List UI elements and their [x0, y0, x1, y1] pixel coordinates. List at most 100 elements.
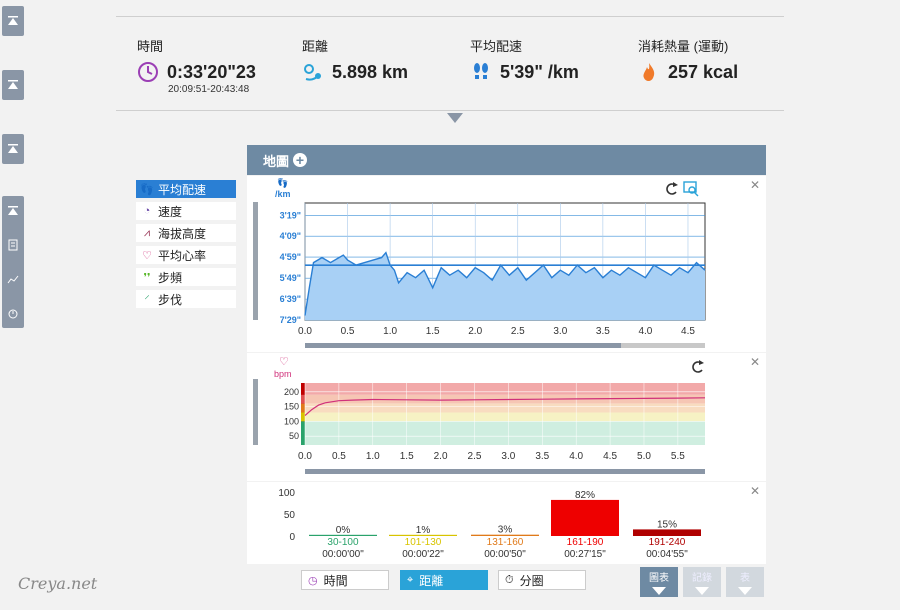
timer-icon[interactable]	[2, 302, 24, 324]
footsteps-icon: 👣	[140, 183, 154, 196]
clock-icon: ◷	[308, 574, 318, 587]
stat-time-range: 20:09:51-20:43:48	[168, 84, 250, 95]
stat-calories: 消耗熱量 (運動) 257 kcal	[638, 36, 738, 83]
collapse-up-icon[interactable]	[2, 200, 24, 222]
zone-percent-label: 82%	[575, 490, 595, 501]
x-tick-label: 1.0	[366, 451, 380, 462]
menu-item-cadence[interactable]: ❜❜ 步頻	[136, 268, 236, 286]
footsteps-icon	[474, 63, 488, 79]
stat-time: 時間 0:33'20"23 20:09:51-20:43:48	[137, 36, 256, 95]
x-tick-label: 0.5	[341, 326, 355, 337]
x-tick-label: 0.5	[332, 451, 346, 462]
stat-distance-value: 5.898 km	[332, 61, 409, 82]
zone-time-label: 00:27'15"	[564, 549, 606, 560]
menu-item-pace[interactable]: 👣 平均配速	[136, 180, 236, 198]
button-label: 記錄	[692, 573, 712, 584]
chevron-down-icon	[695, 587, 709, 595]
x-tick-label: 1.0	[383, 326, 397, 337]
zoom-icon[interactable]	[683, 181, 699, 197]
x-tick-label: 3.0	[501, 451, 515, 462]
plus-circle-icon[interactable]: +	[293, 153, 308, 167]
stat-distance-label: 距離	[302, 39, 329, 54]
y-tick-label: 100	[284, 416, 299, 426]
hr-scrollbar[interactable]	[305, 469, 705, 474]
stat-pace-label: 平均配速	[470, 39, 523, 54]
hr-zone-band	[305, 412, 705, 422]
x-tick-label: 2.5	[468, 451, 482, 462]
distance-icon	[304, 64, 321, 81]
tab-time[interactable]: ◷ 時間	[301, 570, 389, 590]
map-header[interactable]: 地圖 +	[247, 145, 766, 175]
zone-time-label: 00:04'55"	[646, 549, 688, 560]
stat-pace: 平均配速 5'39" /km	[470, 36, 579, 83]
collapse-up-icon[interactable]	[2, 134, 24, 164]
y-tick-label: 3'19"	[280, 210, 301, 220]
zone-range-label: 161-190	[567, 537, 604, 548]
zone-scale-segment	[301, 394, 305, 404]
pace-scrollbar-thumb[interactable]	[305, 343, 621, 348]
chart-view-button[interactable]: 圖表	[640, 567, 678, 597]
menu-item-heart-rate[interactable]: ♡ 平均心率	[136, 246, 236, 264]
record-view-button[interactable]: 記錄	[683, 567, 721, 597]
y-tick-label: 6'39"	[280, 294, 301, 304]
pace-chart: 👣 /km 3'19" 4'09" 4'59" 5'49" 6'39" 7'29" 0.0…	[275, 177, 706, 348]
chart-icon[interactable]	[2, 268, 24, 290]
menu-item-elevation[interactable]: ⩘ 海拔高度	[136, 224, 236, 242]
zone-range-label: 131-160	[487, 537, 524, 548]
menu-item-label: 步頻	[158, 270, 183, 285]
y-tick-label: 50	[284, 510, 296, 521]
zone-percent-label: 0%	[336, 525, 351, 536]
x-tick-label: 5.5	[671, 451, 685, 462]
heart-icon: ♡	[142, 249, 152, 262]
menu-item-stride[interactable]: ⸍ 步伐	[136, 290, 236, 308]
zone-scale-segment	[301, 412, 305, 422]
pace-unit-icon: 👣	[277, 177, 288, 189]
stat-calories-label: 消耗熱量 (運動)	[638, 39, 729, 54]
x-tick-label: 1.5	[400, 451, 414, 462]
tab-label: 分圈	[519, 573, 544, 588]
zone-percent-label: 1%	[416, 525, 431, 536]
stat-time-label: 時間	[137, 39, 164, 54]
x-tick-label: 4.0	[638, 326, 652, 337]
x-tick-label: 3.0	[553, 326, 567, 337]
x-tick-label: 3.5	[596, 326, 610, 337]
table-view-button[interactable]: 表	[726, 567, 764, 597]
tab-label: 時間	[323, 573, 348, 588]
collapse-up-icon[interactable]	[2, 6, 24, 36]
stat-calories-value: 257 kcal	[668, 61, 739, 82]
watermark: Creya.net	[18, 574, 98, 593]
hr-chart: ♡ bpm 200 150 100 50 0.0 0.5 1.0 1.5 2.0 2.5 3.0 3…	[274, 356, 706, 474]
tab-laps[interactable]: ⏱ 分圈	[498, 570, 586, 590]
x-tick-label: 4.0	[569, 451, 583, 462]
menu-item-speed[interactable]: ◔ 速度	[136, 202, 236, 220]
menu-item-label: 步伐	[158, 292, 183, 307]
zone-range-label: 191-240	[649, 537, 686, 548]
y-tick-label: 50	[289, 431, 299, 441]
rail-tool-stack	[2, 196, 24, 328]
zone-range-label: 101-130	[405, 537, 442, 548]
stride-icon: ⸍	[144, 293, 150, 306]
x-tick-label: 2.0	[468, 326, 482, 337]
y-tick-label: 7'29"	[280, 315, 301, 325]
hr-chart-panel: ✕ ♡ bpm 200 150 100 50 0.0 0.5 1.0 1.5 2.0 2.5 3.…	[247, 353, 766, 481]
zone-scale-segment	[301, 383, 305, 395]
document-icon[interactable]	[2, 234, 24, 256]
refresh-icon[interactable]	[692, 360, 704, 373]
zone-time-label: 00:00'00"	[322, 549, 364, 560]
left-rail	[0, 0, 28, 610]
chevron-down-icon	[738, 587, 752, 595]
map-header-label: 地圖	[263, 153, 290, 169]
y-tick-label: 5'49"	[280, 273, 301, 283]
steps-green-icon: ❜❜	[143, 271, 151, 284]
refresh-icon[interactable]	[666, 182, 678, 195]
stat-distance: 距離 5.898 km	[302, 36, 408, 83]
zone-scale-segment	[301, 403, 305, 413]
x-tick-label: 0.0	[298, 326, 312, 337]
collapse-up-icon[interactable]	[2, 70, 24, 100]
tab-distance[interactable]: ⌖ 距離	[400, 570, 488, 590]
x-tick-label: 3.5	[535, 451, 549, 462]
elevation-icon: ⩘	[143, 226, 151, 239]
clock-icon	[138, 62, 158, 82]
expand-down-icon[interactable]	[447, 113, 463, 123]
y-tick-label: 0	[289, 532, 295, 543]
